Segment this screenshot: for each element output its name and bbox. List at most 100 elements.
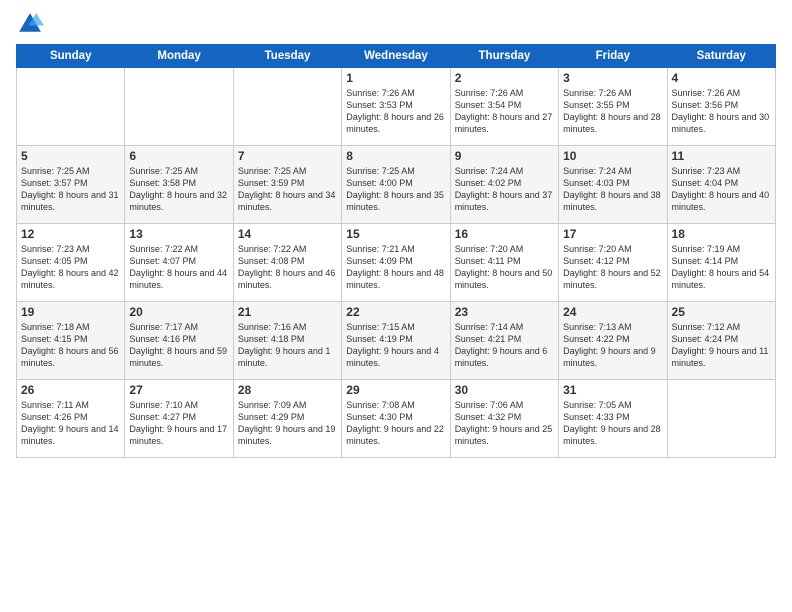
day-number: 7: [238, 149, 337, 163]
day-cell: [233, 68, 341, 146]
day-cell: 14 Sunrise: 7:22 AM Sunset: 4:08 PM Dayli…: [233, 224, 341, 302]
day-info: Sunrise: 7:13 AM Sunset: 4:22 PM Dayligh…: [563, 321, 662, 370]
day-info: Sunrise: 7:18 AM Sunset: 4:15 PM Dayligh…: [21, 321, 120, 370]
day-number: 13: [129, 227, 228, 241]
day-cell: 7 Sunrise: 7:25 AM Sunset: 3:59 PM Daylig…: [233, 146, 341, 224]
day-info: Sunrise: 7:25 AM Sunset: 3:59 PM Dayligh…: [238, 165, 337, 214]
day-cell: 13 Sunrise: 7:22 AM Sunset: 4:07 PM Dayli…: [125, 224, 233, 302]
day-info: Sunrise: 7:22 AM Sunset: 4:08 PM Dayligh…: [238, 243, 337, 292]
logo: [16, 10, 48, 38]
day-number: 11: [672, 149, 771, 163]
day-cell: 22 Sunrise: 7:15 AM Sunset: 4:19 PM Dayli…: [342, 302, 450, 380]
day-number: 6: [129, 149, 228, 163]
day-info: Sunrise: 7:26 AM Sunset: 3:55 PM Dayligh…: [563, 87, 662, 136]
day-number: 3: [563, 71, 662, 85]
day-number: 9: [455, 149, 554, 163]
day-cell: 19 Sunrise: 7:18 AM Sunset: 4:15 PM Dayli…: [17, 302, 125, 380]
day-cell: 11 Sunrise: 7:23 AM Sunset: 4:04 PM Dayli…: [667, 146, 775, 224]
weekday-friday: Friday: [559, 45, 667, 68]
day-cell: 23Sunrise: 7:14 AM Sunset: 4:21 PM Dayli…: [450, 302, 558, 380]
day-number: 5: [21, 149, 120, 163]
day-cell: [17, 68, 125, 146]
weekday-monday: Monday: [125, 45, 233, 68]
day-cell: 31 Sunrise: 7:05 AM Sunset: 4:33 PM Dayli…: [559, 380, 667, 458]
day-info: Sunrise: 7:12 AM Sunset: 4:24 PM Dayligh…: [672, 321, 771, 370]
day-info: Sunrise: 7:09 AM Sunset: 4:29 PM Dayligh…: [238, 399, 337, 448]
day-cell: 12Sunrise: 7:23 AM Sunset: 4:05 PM Dayli…: [17, 224, 125, 302]
logo-icon: [16, 10, 44, 38]
day-cell: 16 Sunrise: 7:20 AM Sunset: 4:11 PM Dayli…: [450, 224, 558, 302]
day-info: Sunrise: 7:23 AM Sunset: 4:05 PM Dayligh…: [21, 243, 120, 292]
day-cell: 5 Sunrise: 7:25 AM Sunset: 3:57 PM Daylig…: [17, 146, 125, 224]
day-info: Sunrise: 7:06 AM Sunset: 4:32 PM Dayligh…: [455, 399, 554, 448]
day-number: 28: [238, 383, 337, 397]
day-cell: 20Sunrise: 7:17 AM Sunset: 4:16 PM Dayli…: [125, 302, 233, 380]
day-info: Sunrise: 7:19 AM Sunset: 4:14 PM Dayligh…: [672, 243, 771, 292]
day-info: Sunrise: 7:08 AM Sunset: 4:30 PM Dayligh…: [346, 399, 445, 448]
day-info: Sunrise: 7:25 AM Sunset: 4:00 PM Dayligh…: [346, 165, 445, 214]
day-cell: 17 Sunrise: 7:20 AM Sunset: 4:12 PM Dayli…: [559, 224, 667, 302]
day-info: Sunrise: 7:22 AM Sunset: 4:07 PM Dayligh…: [129, 243, 228, 292]
weekday-saturday: Saturday: [667, 45, 775, 68]
day-info: Sunrise: 7:10 AM Sunset: 4:27 PM Dayligh…: [129, 399, 228, 448]
day-number: 2: [455, 71, 554, 85]
day-info: Sunrise: 7:21 AM Sunset: 4:09 PM Dayligh…: [346, 243, 445, 292]
weekday-sunday: Sunday: [17, 45, 125, 68]
day-number: 18: [672, 227, 771, 241]
day-cell: 15 Sunrise: 7:21 AM Sunset: 4:09 PM Dayli…: [342, 224, 450, 302]
day-cell: 28 Sunrise: 7:09 AM Sunset: 4:29 PM Dayli…: [233, 380, 341, 458]
day-info: Sunrise: 7:20 AM Sunset: 4:12 PM Dayligh…: [563, 243, 662, 292]
day-number: 15: [346, 227, 445, 241]
day-cell: 8 Sunrise: 7:25 AM Sunset: 4:00 PM Daylig…: [342, 146, 450, 224]
day-number: 26: [21, 383, 120, 397]
header: [16, 10, 776, 38]
weekday-tuesday: Tuesday: [233, 45, 341, 68]
day-cell: 24 Sunrise: 7:13 AM Sunset: 4:22 PM Dayli…: [559, 302, 667, 380]
day-cell: 26 Sunrise: 7:11 AM Sunset: 4:26 PM Dayli…: [17, 380, 125, 458]
day-number: 23: [455, 305, 554, 319]
day-info: Sunrise: 7:26 AM Sunset: 3:54 PM Dayligh…: [455, 87, 554, 136]
day-number: 31: [563, 383, 662, 397]
day-info: Sunrise: 7:15 AM Sunset: 4:19 PM Dayligh…: [346, 321, 445, 370]
day-number: 16: [455, 227, 554, 241]
day-info: Sunrise: 7:25 AM Sunset: 3:58 PM Dayligh…: [129, 165, 228, 214]
day-info: Sunrise: 7:16 AM Sunset: 4:18 PM Dayligh…: [238, 321, 337, 370]
week-row-3: 12Sunrise: 7:23 AM Sunset: 4:05 PM Dayli…: [17, 224, 776, 302]
day-info: Sunrise: 7:23 AM Sunset: 4:04 PM Dayligh…: [672, 165, 771, 214]
day-cell: 27 Sunrise: 7:10 AM Sunset: 4:27 PM Dayli…: [125, 380, 233, 458]
day-number: 19: [21, 305, 120, 319]
weekday-header-row: SundayMondayTuesdayWednesdayThursdayFrid…: [17, 45, 776, 68]
day-number: 17: [563, 227, 662, 241]
day-info: Sunrise: 7:24 AM Sunset: 4:03 PM Dayligh…: [563, 165, 662, 214]
day-number: 14: [238, 227, 337, 241]
day-cell: 10Sunrise: 7:24 AM Sunset: 4:03 PM Dayli…: [559, 146, 667, 224]
day-info: Sunrise: 7:11 AM Sunset: 4:26 PM Dayligh…: [21, 399, 120, 448]
day-number: 8: [346, 149, 445, 163]
week-row-2: 5 Sunrise: 7:25 AM Sunset: 3:57 PM Daylig…: [17, 146, 776, 224]
day-number: 22: [346, 305, 445, 319]
day-cell: 25Sunrise: 7:12 AM Sunset: 4:24 PM Dayli…: [667, 302, 775, 380]
day-cell: 3 Sunrise: 7:26 AM Sunset: 3:55 PM Daylig…: [559, 68, 667, 146]
day-number: 24: [563, 305, 662, 319]
day-info: Sunrise: 7:26 AM Sunset: 3:56 PM Dayligh…: [672, 87, 771, 136]
day-cell: 18 Sunrise: 7:19 AM Sunset: 4:14 PM Dayli…: [667, 224, 775, 302]
calendar-table: SundayMondayTuesdayWednesdayThursdayFrid…: [16, 44, 776, 458]
day-cell: [125, 68, 233, 146]
week-row-5: 26 Sunrise: 7:11 AM Sunset: 4:26 PM Dayli…: [17, 380, 776, 458]
day-info: Sunrise: 7:24 AM Sunset: 4:02 PM Dayligh…: [455, 165, 554, 214]
day-number: 27: [129, 383, 228, 397]
page: SundayMondayTuesdayWednesdayThursdayFrid…: [0, 0, 792, 612]
day-cell: 1Sunrise: 7:26 AM Sunset: 3:53 PM Daylig…: [342, 68, 450, 146]
day-info: Sunrise: 7:17 AM Sunset: 4:16 PM Dayligh…: [129, 321, 228, 370]
day-info: Sunrise: 7:20 AM Sunset: 4:11 PM Dayligh…: [455, 243, 554, 292]
week-row-4: 19 Sunrise: 7:18 AM Sunset: 4:15 PM Dayli…: [17, 302, 776, 380]
day-number: 1: [346, 71, 445, 85]
day-info: Sunrise: 7:05 AM Sunset: 4:33 PM Dayligh…: [563, 399, 662, 448]
day-cell: 21 Sunrise: 7:16 AM Sunset: 4:18 PM Dayli…: [233, 302, 341, 380]
day-cell: [667, 380, 775, 458]
day-cell: 6 Sunrise: 7:25 AM Sunset: 3:58 PM Daylig…: [125, 146, 233, 224]
day-info: Sunrise: 7:25 AM Sunset: 3:57 PM Dayligh…: [21, 165, 120, 214]
day-number: 29: [346, 383, 445, 397]
day-cell: 4Sunrise: 7:26 AM Sunset: 3:56 PM Daylig…: [667, 68, 775, 146]
day-number: 21: [238, 305, 337, 319]
